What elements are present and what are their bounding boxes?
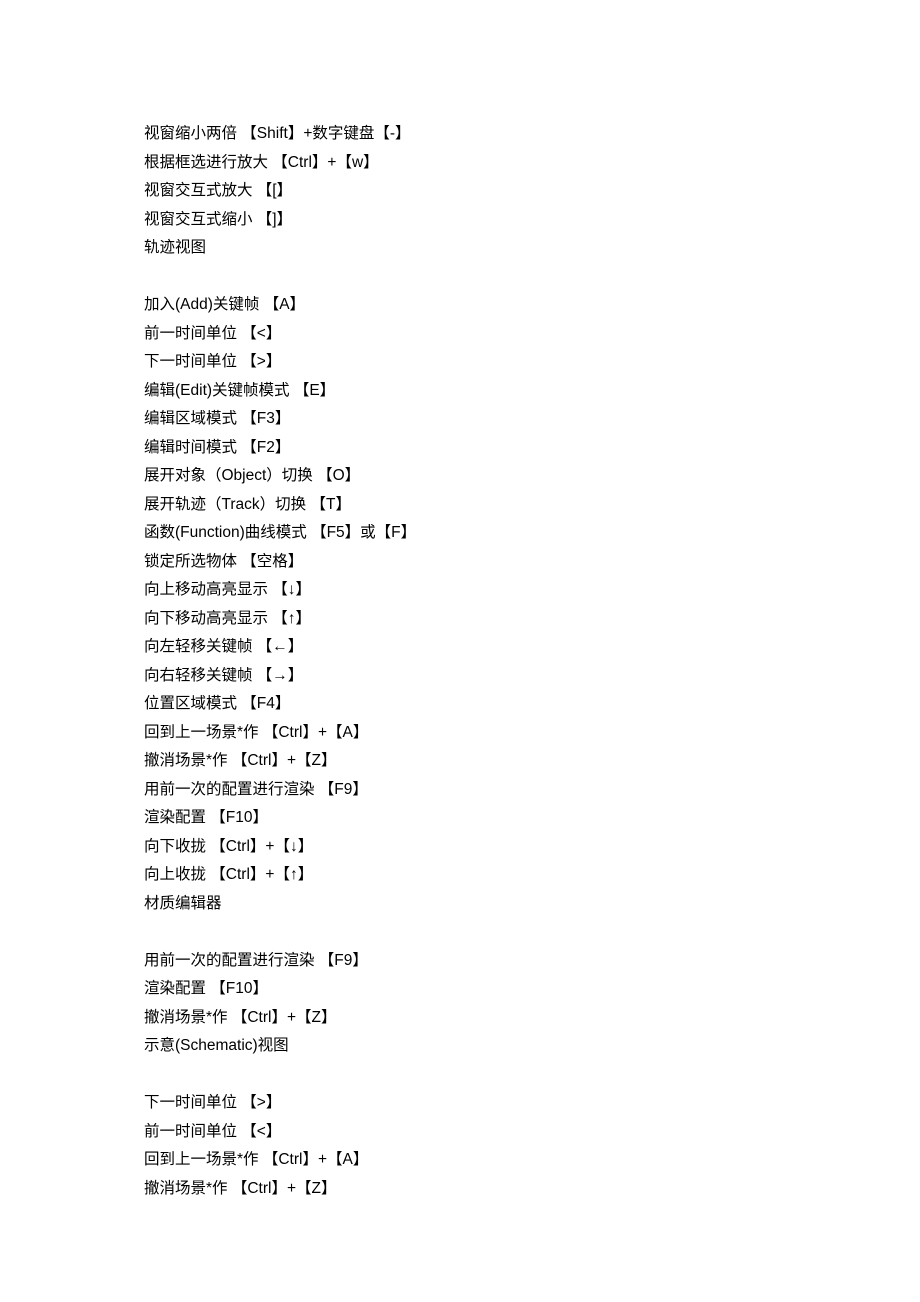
shortcut-line: 下一时间单位 【>】 bbox=[144, 1089, 920, 1118]
shortcut-line: 位置区域模式 【F4】 bbox=[144, 690, 920, 719]
blank-line bbox=[144, 263, 920, 292]
section-heading: 材质编辑器 bbox=[144, 890, 920, 919]
shortcut-line: 向上收拢 【Ctrl】+【↑】 bbox=[144, 861, 920, 890]
shortcut-line: 向下移动高亮显示 【↑】 bbox=[144, 605, 920, 634]
document-page: 视窗缩小两倍 【Shift】+数字键盘【-】 根据框选进行放大 【Ctrl】+【… bbox=[0, 0, 920, 1203]
section-heading: 示意(Schematic)视图 bbox=[144, 1032, 920, 1061]
shortcut-line: 下一时间单位 【>】 bbox=[144, 348, 920, 377]
shortcut-line: 展开轨迹（Track）切换 【T】 bbox=[144, 491, 920, 520]
shortcut-line: 根据框选进行放大 【Ctrl】+【w】 bbox=[144, 149, 920, 178]
shortcut-line: 撤消场景*作 【Ctrl】+【Z】 bbox=[144, 1175, 920, 1204]
section-heading: 轨迹视图 bbox=[144, 234, 920, 263]
shortcut-line: 撤消场景*作 【Ctrl】+【Z】 bbox=[144, 1004, 920, 1033]
blank-line bbox=[144, 918, 920, 947]
shortcut-line: 前一时间单位 【<】 bbox=[144, 1118, 920, 1147]
shortcut-line: 向左轻移关键帧 【←】 bbox=[144, 633, 920, 662]
shortcut-line: 撤消场景*作 【Ctrl】+【Z】 bbox=[144, 747, 920, 776]
shortcut-line: 向右轻移关键帧 【→】 bbox=[144, 662, 920, 691]
shortcut-line: 回到上一场景*作 【Ctrl】+【A】 bbox=[144, 1146, 920, 1175]
shortcut-line: 视窗缩小两倍 【Shift】+数字键盘【-】 bbox=[144, 120, 920, 149]
shortcut-line: 函数(Function)曲线模式 【F5】或【F】 bbox=[144, 519, 920, 548]
shortcut-line: 渲染配置 【F10】 bbox=[144, 975, 920, 1004]
shortcut-line: 编辑区域模式 【F3】 bbox=[144, 405, 920, 434]
shortcut-line: 用前一次的配置进行渲染 【F9】 bbox=[144, 947, 920, 976]
shortcut-line: 视窗交互式缩小 【]】 bbox=[144, 206, 920, 235]
shortcut-line: 锁定所选物体 【空格】 bbox=[144, 548, 920, 577]
shortcut-line: 视窗交互式放大 【[】 bbox=[144, 177, 920, 206]
shortcut-line: 展开对象（Object）切换 【O】 bbox=[144, 462, 920, 491]
shortcut-line: 编辑时间模式 【F2】 bbox=[144, 434, 920, 463]
shortcut-line: 用前一次的配置进行渲染 【F9】 bbox=[144, 776, 920, 805]
shortcut-line: 回到上一场景*作 【Ctrl】+【A】 bbox=[144, 719, 920, 748]
shortcut-line: 渲染配置 【F10】 bbox=[144, 804, 920, 833]
blank-line bbox=[144, 1061, 920, 1090]
shortcut-line: 前一时间单位 【<】 bbox=[144, 320, 920, 349]
shortcut-line: 向上移动高亮显示 【↓】 bbox=[144, 576, 920, 605]
shortcut-line: 编辑(Edit)关键帧模式 【E】 bbox=[144, 377, 920, 406]
shortcut-line: 向下收拢 【Ctrl】+【↓】 bbox=[144, 833, 920, 862]
shortcut-line: 加入(Add)关键帧 【A】 bbox=[144, 291, 920, 320]
